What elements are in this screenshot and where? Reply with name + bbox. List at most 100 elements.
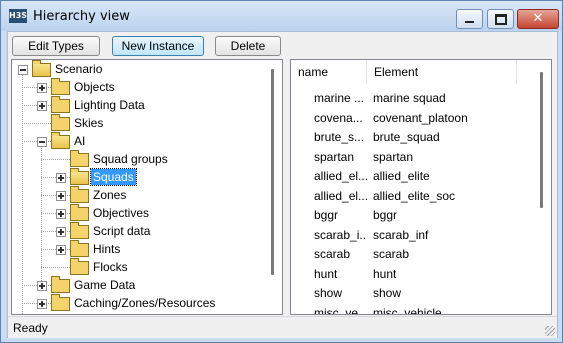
table-row[interactable]: show show bbox=[291, 284, 531, 302]
folder-icon bbox=[70, 204, 89, 221]
close-icon: ✕ bbox=[532, 11, 544, 26]
table-row[interactable]: brute_s... brute_squad bbox=[291, 128, 531, 146]
cell-name: scarab_i... bbox=[314, 227, 367, 242]
tree-node[interactable]: Skies bbox=[12, 114, 262, 133]
expand-icon[interactable] bbox=[56, 245, 66, 255]
tree-connector-line bbox=[41, 159, 70, 160]
column-header-name[interactable]: name bbox=[291, 60, 367, 84]
folder-icon bbox=[70, 222, 89, 239]
delete-button[interactable]: Delete bbox=[215, 36, 281, 56]
maximize-icon bbox=[495, 14, 507, 25]
resize-grip-icon[interactable] bbox=[545, 326, 555, 336]
tree-node[interactable]: Squad groups bbox=[12, 150, 262, 169]
tree-node-label[interactable]: Objects bbox=[72, 79, 117, 95]
expand-icon[interactable] bbox=[37, 299, 47, 309]
edit-types-button[interactable]: Edit Types bbox=[12, 36, 100, 56]
tree-node-label[interactable]: Lighting Data bbox=[72, 97, 147, 113]
maximize-button[interactable] bbox=[487, 9, 514, 29]
client-area: Edit Types New Instance Delete Scenario O… bbox=[7, 31, 558, 338]
table-row[interactable]: bggr bggr bbox=[291, 206, 531, 224]
collapse-icon[interactable] bbox=[18, 65, 28, 75]
cell-name: hunt bbox=[314, 266, 338, 281]
table-row[interactable]: covena... covenant_platoon bbox=[291, 109, 531, 127]
table-row[interactable]: misc_ve... misc_vehicle bbox=[291, 304, 531, 315]
cell-element: show bbox=[373, 286, 402, 300]
expand-icon[interactable] bbox=[56, 209, 66, 219]
table-row[interactable]: marine ... marine squad bbox=[291, 89, 531, 107]
tree-node-label[interactable]: Caching/Zones/Resources bbox=[72, 295, 217, 311]
expand-icon[interactable] bbox=[37, 281, 47, 291]
tree-node-label[interactable]: Objectives bbox=[91, 205, 151, 221]
tree-node-label[interactable]: Hints bbox=[91, 241, 122, 257]
hierarchy-tree[interactable]: Scenario Objects Lighting Data Skies AI Squad… bbox=[11, 59, 283, 315]
table-row[interactable]: scarab scarab bbox=[291, 245, 531, 263]
table-row[interactable]: spartan spartan bbox=[291, 148, 531, 166]
cell-element: bggr bbox=[373, 208, 398, 222]
list-scroll-thumb[interactable] bbox=[540, 72, 543, 208]
list-scrollbar[interactable] bbox=[534, 60, 551, 314]
tree-connector-line bbox=[41, 267, 70, 268]
cell-element: brute_squad bbox=[373, 130, 440, 144]
cell-element: allied_elite bbox=[373, 169, 430, 183]
tree-node[interactable]: Zones bbox=[12, 186, 262, 205]
folder-icon bbox=[70, 258, 89, 275]
tree-node[interactable]: Objectives bbox=[12, 204, 262, 223]
title-bar[interactable]: H3S Hierarchy view ✕ bbox=[1, 1, 562, 31]
cell-element: misc_vehicle bbox=[373, 305, 442, 315]
tree-node[interactable]: Squads bbox=[12, 168, 262, 187]
tree-node[interactable]: Game Data bbox=[12, 276, 262, 295]
tree-node-label[interactable]: Skies bbox=[72, 115, 105, 131]
folder-icon bbox=[70, 168, 89, 185]
new-instance-button[interactable]: New Instance bbox=[112, 36, 204, 56]
minimize-button[interactable] bbox=[456, 9, 483, 29]
cell-element: covenant_platoon bbox=[373, 110, 468, 125]
tree-node-label[interactable]: AI bbox=[72, 133, 87, 149]
expand-icon[interactable] bbox=[37, 83, 47, 93]
tree-node[interactable]: Lighting Data bbox=[12, 96, 262, 115]
expand-icon[interactable] bbox=[37, 101, 47, 111]
tree-node-label[interactable]: Game Data bbox=[72, 277, 137, 293]
table-row[interactable]: hunt hunt bbox=[291, 265, 531, 283]
tree-node[interactable]: Script data bbox=[12, 222, 262, 241]
folder-icon bbox=[32, 60, 51, 77]
folder-icon bbox=[51, 114, 70, 131]
folder-icon bbox=[51, 78, 70, 95]
window-title: Hierarchy view bbox=[33, 9, 130, 24]
folder-icon bbox=[51, 132, 70, 149]
tree-scroll-thumb[interactable] bbox=[271, 69, 274, 275]
tree-node-label[interactable]: Squad groups bbox=[91, 151, 170, 167]
close-button[interactable]: ✕ bbox=[517, 9, 559, 29]
element-list[interactable]: name Element marine ... marine squad coven… bbox=[290, 59, 552, 315]
tree-node[interactable]: Objects bbox=[12, 78, 262, 97]
cell-name: spartan bbox=[314, 149, 355, 164]
tree-node-label[interactable]: Zones bbox=[91, 187, 128, 203]
expand-icon[interactable] bbox=[56, 227, 66, 237]
cell-name: marine ... bbox=[314, 91, 365, 105]
table-row[interactable]: scarab_i... scarab_inf bbox=[291, 226, 531, 244]
folder-icon bbox=[70, 186, 89, 203]
tree-node-label[interactable]: Script data bbox=[91, 223, 152, 239]
expand-icon[interactable] bbox=[56, 191, 66, 201]
column-header-element[interactable]: Element bbox=[367, 60, 517, 84]
tree-node-label[interactable]: Squads bbox=[90, 168, 137, 186]
tree-node[interactable]: AI bbox=[12, 132, 262, 151]
minimize-icon bbox=[465, 21, 474, 23]
tree-node[interactable]: Scenario bbox=[12, 60, 262, 79]
tree-node-label[interactable]: Scenario bbox=[53, 61, 104, 77]
expand-icon[interactable] bbox=[56, 173, 66, 183]
cell-name: misc_ve... bbox=[314, 305, 367, 315]
cell-name: covena... bbox=[314, 110, 363, 125]
tree-scrollbar[interactable] bbox=[265, 60, 282, 314]
collapse-icon[interactable] bbox=[37, 137, 47, 147]
table-row[interactable]: allied_el... allied_elite_soc bbox=[291, 187, 531, 205]
folder-icon bbox=[51, 294, 70, 311]
folder-icon bbox=[70, 150, 89, 167]
tree-node-label[interactable]: Flocks bbox=[91, 259, 130, 275]
tree-node[interactable]: Flocks bbox=[12, 258, 262, 277]
status-bar: Ready bbox=[8, 316, 557, 338]
table-row[interactable]: allied_el... allied_elite bbox=[291, 167, 531, 185]
tree-node[interactable]: Hints bbox=[12, 240, 262, 259]
cell-element: hunt bbox=[373, 266, 397, 281]
tree-node[interactable]: Caching/Zones/Resources bbox=[12, 294, 262, 313]
cell-name: brute_s... bbox=[314, 130, 365, 144]
